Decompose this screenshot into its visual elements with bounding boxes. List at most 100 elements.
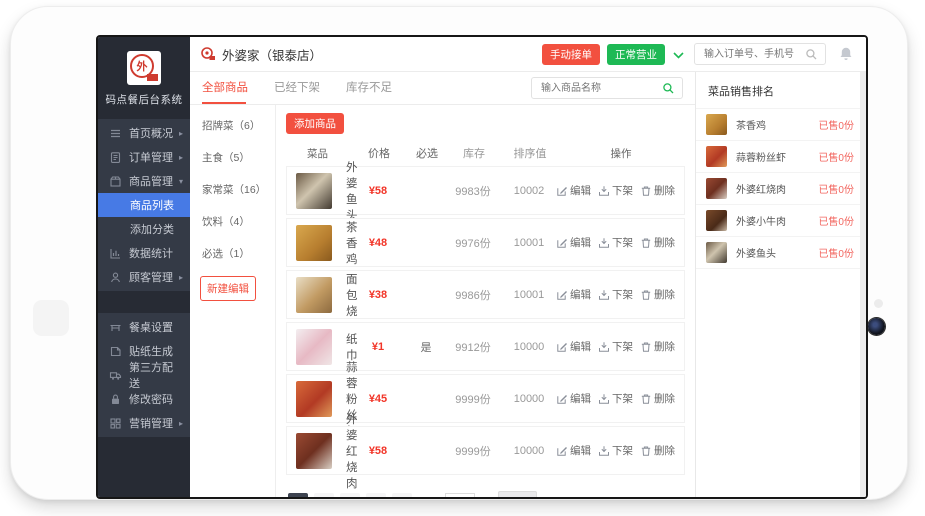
confirm-button[interactable]: 确定 [498, 491, 537, 499]
category-panel: 招牌菜（6） 主食（5） 家常菜（16） 饮料（4） 必选（1） 新建编辑 [190, 105, 276, 497]
sidebar-item-goods[interactable]: 商品管理 ▾ [98, 169, 190, 193]
tab-off-shelf[interactable]: 已经下架 [274, 72, 320, 104]
speaker-dot [874, 299, 883, 308]
business-status-button[interactable]: 正常营业 [607, 44, 665, 65]
off-shelf-button[interactable]: 下架 [598, 235, 633, 250]
delivery-truck-icon [109, 369, 122, 382]
scrollbar-track[interactable] [860, 72, 866, 497]
dish-photo [296, 173, 332, 209]
header-price: 价格 [349, 145, 409, 161]
lock-icon [109, 393, 122, 406]
sticker-icon [109, 345, 122, 358]
edit-button[interactable]: 编辑 [556, 287, 591, 302]
sidebar-item-customers[interactable]: 顾客管理 ▸ [98, 265, 190, 289]
table-row: 外婆红烧肉 ¥58 9999份 10000 编辑 下架 删除 [286, 426, 685, 475]
person-icon [109, 271, 122, 284]
add-product-button[interactable]: 添加商品 [286, 113, 344, 134]
center-body: 招牌菜（6） 主食（5） 家常菜（16） 饮料（4） 必选（1） 新建编辑 添加… [190, 105, 695, 497]
category-item-required[interactable]: 必选（1） [190, 237, 275, 269]
brand-title: 码点餐后台系统 [98, 92, 190, 107]
product-search-input[interactable] [539, 82, 662, 95]
ranking-item: 茶香鸡 已售0份 [696, 109, 866, 141]
total-pages-label: 共1/6 [543, 495, 568, 499]
sidebar-item-orders[interactable]: 订单管理 ▸ [98, 145, 190, 169]
dish-stock: 9983份 [444, 183, 502, 199]
ranking-name: 蒜蓉粉丝虾 [736, 149, 818, 164]
sidebar-item-marketing[interactable]: 营销管理 ▸ [98, 411, 190, 435]
sidebar-item-stats[interactable]: 数据统计 [98, 241, 190, 265]
order-search-input[interactable] [702, 48, 805, 61]
off-shelf-button[interactable]: 下架 [598, 443, 633, 458]
delete-button[interactable]: 删除 [640, 339, 675, 354]
dish-required: 是 [408, 339, 444, 355]
status-chevron-down-icon[interactable] [672, 51, 685, 60]
off-shelf-button[interactable]: 下架 [598, 391, 633, 406]
delete-button[interactable]: 删除 [640, 183, 675, 198]
page-button-6[interactable]: 6 [392, 493, 412, 500]
off-shelf-button[interactable]: 下架 [598, 183, 633, 198]
sidebar-item-table-settings[interactable]: 餐桌设置 [98, 315, 190, 339]
delete-button[interactable]: 删除 [640, 235, 675, 250]
table-row: 茶香鸡 ¥48 9976份 10001 编辑 下架 删除 [286, 218, 685, 267]
dish-stock: 9986份 [444, 287, 502, 303]
table-row: 外婆鱼头 ¥58 9983份 10002 编辑 下架 删除 [286, 166, 685, 215]
sidebar-divider [98, 291, 190, 313]
edit-button[interactable]: 编辑 [556, 339, 591, 354]
pagination: 1 2 3 … 6 转到 页 确定 共1/6 [288, 491, 685, 499]
off-shelf-icon [598, 289, 610, 301]
dish-sort: 10001 [502, 237, 556, 249]
ranking-photo [706, 210, 727, 231]
delete-button[interactable]: 删除 [640, 443, 675, 458]
bar-chart-icon [109, 247, 122, 260]
search-icon[interactable] [805, 48, 818, 61]
sidebar-item-change-password[interactable]: 修改密码 [98, 387, 190, 411]
goto-label: 转到 [418, 495, 439, 499]
sidebar-item-home[interactable]: 首页概况 ▸ [98, 121, 190, 145]
category-item-homestyle[interactable]: 家常菜（16） [190, 173, 275, 205]
tab-low-stock[interactable]: 库存不足 [346, 72, 392, 104]
new-edit-button[interactable]: 新建编辑 [200, 276, 256, 301]
page-button-3[interactable]: 3 [340, 493, 360, 500]
edit-pencil-icon [556, 289, 568, 301]
off-shelf-icon [598, 341, 610, 353]
product-table-panel: 添加商品 菜品 价格 必选 库存 排序值 操作 外婆 [276, 105, 695, 497]
off-shelf-button[interactable]: 下架 [598, 339, 633, 354]
search-icon[interactable] [662, 82, 675, 95]
category-item-drinks[interactable]: 饮料（4） [190, 205, 275, 237]
trash-icon [640, 237, 652, 249]
sidebar-subitem-product-list[interactable]: 商品列表 [98, 193, 190, 217]
home-button[interactable] [33, 300, 69, 336]
dish-stock: 9999份 [444, 391, 502, 407]
off-shelf-icon [598, 185, 610, 197]
chevron-right-icon: ▸ [179, 273, 183, 282]
delete-button[interactable]: 删除 [640, 287, 675, 302]
dish-price: ¥45 [348, 393, 408, 405]
edit-button[interactable]: 编辑 [556, 183, 591, 198]
manual-order-button[interactable]: 手动接单 [542, 44, 600, 65]
delete-button[interactable]: 删除 [640, 391, 675, 406]
category-item-signature[interactable]: 招牌菜（6） [190, 109, 275, 141]
sidebar-subitem-add-category[interactable]: 添加分类 [98, 217, 190, 241]
trash-icon [640, 341, 652, 353]
bell-icon[interactable] [838, 46, 854, 62]
goto-page-input[interactable] [445, 493, 475, 500]
page-button-2[interactable]: 2 [314, 493, 334, 500]
chevron-right-icon: ▸ [179, 129, 183, 138]
page-button-ellipsis[interactable]: … [366, 493, 386, 500]
ranking-panel: 菜品销售排名 茶香鸡 已售0份 蒜蓉粉丝虾 已售0份 外婆红烧肉 已 [696, 72, 866, 497]
ranking-name: 茶香鸡 [736, 117, 818, 132]
dish-sort: 10002 [502, 185, 556, 197]
edit-button[interactable]: 编辑 [556, 391, 591, 406]
ranking-name: 外婆鱼头 [736, 245, 818, 260]
sidebar-item-third-party-delivery[interactable]: 第三方配送 [98, 363, 190, 387]
center-column: 全部商品 已经下架 库存不足 招牌菜（6） 主食（5） [190, 72, 696, 497]
ranking-item: 外婆红烧肉 已售0份 [696, 173, 866, 205]
content-area: 全部商品 已经下架 库存不足 招牌菜（6） 主食（5） [190, 72, 866, 497]
off-shelf-button[interactable]: 下架 [598, 287, 633, 302]
edit-button[interactable]: 编辑 [556, 235, 591, 250]
edit-button[interactable]: 编辑 [556, 443, 591, 458]
page-button-1[interactable]: 1 [288, 493, 308, 500]
tab-all-products[interactable]: 全部商品 [202, 72, 248, 104]
ranking-sold: 已售0份 [818, 117, 854, 132]
category-item-staple[interactable]: 主食（5） [190, 141, 275, 173]
